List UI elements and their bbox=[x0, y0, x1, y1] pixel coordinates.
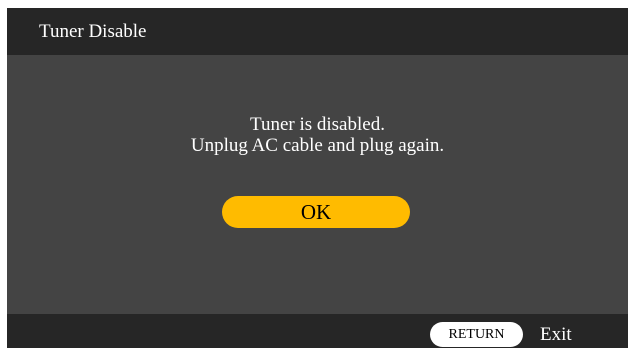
exit-label: Exit bbox=[540, 324, 572, 345]
footer-bar: RETURN Exit bbox=[7, 314, 628, 348]
return-button[interactable]: RETURN bbox=[430, 322, 523, 347]
dialog-message: Tuner is disabled. Unplug AC cable and p… bbox=[7, 114, 628, 156]
title-bar: Tuner Disable bbox=[7, 8, 628, 55]
message-line-1: Tuner is disabled. bbox=[250, 114, 385, 135]
dialog-title: Tuner Disable bbox=[39, 21, 147, 42]
tuner-disable-dialog: Tuner Disable Tuner is disabled. Unplug … bbox=[7, 8, 628, 348]
ok-button[interactable]: OK bbox=[222, 196, 410, 228]
message-line-2: Unplug AC cable and plug again. bbox=[190, 135, 445, 156]
